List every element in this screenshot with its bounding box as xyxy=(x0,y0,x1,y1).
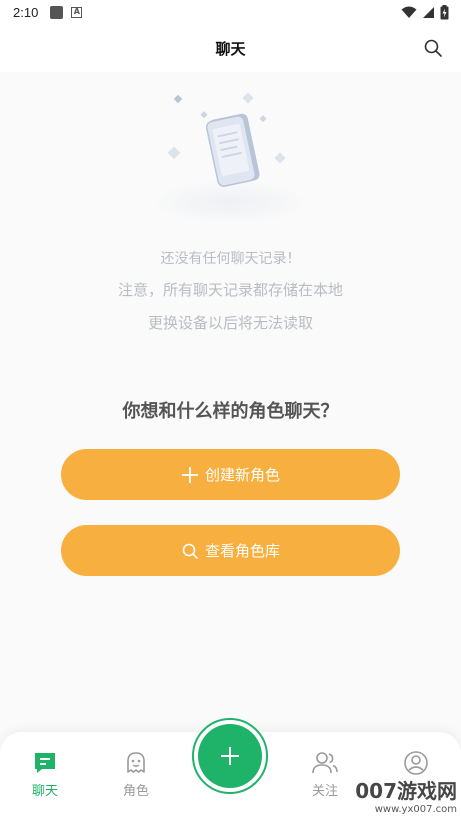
watermark-main: 007游戏网 xyxy=(355,779,457,803)
profile-icon xyxy=(404,751,428,775)
empty-message-line2: 注意，所有聊天记录都存储在本地 xyxy=(117,281,343,299)
tab-following-label: 关注 xyxy=(311,784,338,799)
ghost-icon xyxy=(127,752,145,773)
app-notification-icon: A xyxy=(71,6,83,18)
status-bar: 2:10 A xyxy=(0,0,461,24)
search-icon[interactable] xyxy=(421,36,445,60)
page-title: 聊天 xyxy=(215,39,246,58)
tab-roles-label: 角色 xyxy=(122,784,149,799)
plus-icon xyxy=(221,747,239,765)
add-fab[interactable] xyxy=(198,724,262,788)
empty-message-line1: 还没有任何聊天记录！ xyxy=(160,251,301,267)
chat-list-empty-area: 还没有任何聊天记录！ 注意，所有聊天记录都存储在本地 更换设备以后将无法读取 你… xyxy=(0,72,461,752)
browse-roles-label: 查看角色库 xyxy=(204,542,280,560)
create-role-label: 创建新角色 xyxy=(204,466,280,484)
chat-icon xyxy=(35,753,55,773)
wifi-icon xyxy=(401,6,417,18)
tab-following[interactable]: 关注 xyxy=(295,750,355,799)
status-time: 2:10 xyxy=(13,4,39,20)
browse-roles-button[interactable]: 查看角色库 xyxy=(61,525,400,576)
battery-icon xyxy=(440,4,449,19)
app-header: 聊天 xyxy=(0,24,461,72)
tab-profile[interactable] xyxy=(386,750,446,780)
watermark-sub: www.yx007.com xyxy=(374,804,457,815)
tab-roles[interactable]: 角色 xyxy=(106,750,166,799)
empty-phone-illustration xyxy=(150,92,310,220)
watermark: 007游戏网 www.yx007.com xyxy=(337,775,457,815)
empty-message-line3: 更换设备以后将无法读取 xyxy=(147,314,313,332)
tab-chat-label: 聊天 xyxy=(31,784,58,799)
plus-icon xyxy=(181,466,198,483)
notification-icon xyxy=(50,5,64,19)
signal-icon xyxy=(423,6,434,18)
bottom-tab-bar: 聊天 角色 关注 007游戏网 www.yx007.com xyxy=(0,718,461,819)
add-button[interactable] xyxy=(192,718,268,794)
search-icon xyxy=(182,543,198,559)
create-role-button[interactable]: 创建新角色 xyxy=(61,449,400,500)
tab-chat[interactable]: 聊天 xyxy=(15,750,75,799)
users-icon xyxy=(312,752,338,774)
role-chat-question: 你想和什么样的角色聊天？ xyxy=(122,401,339,422)
